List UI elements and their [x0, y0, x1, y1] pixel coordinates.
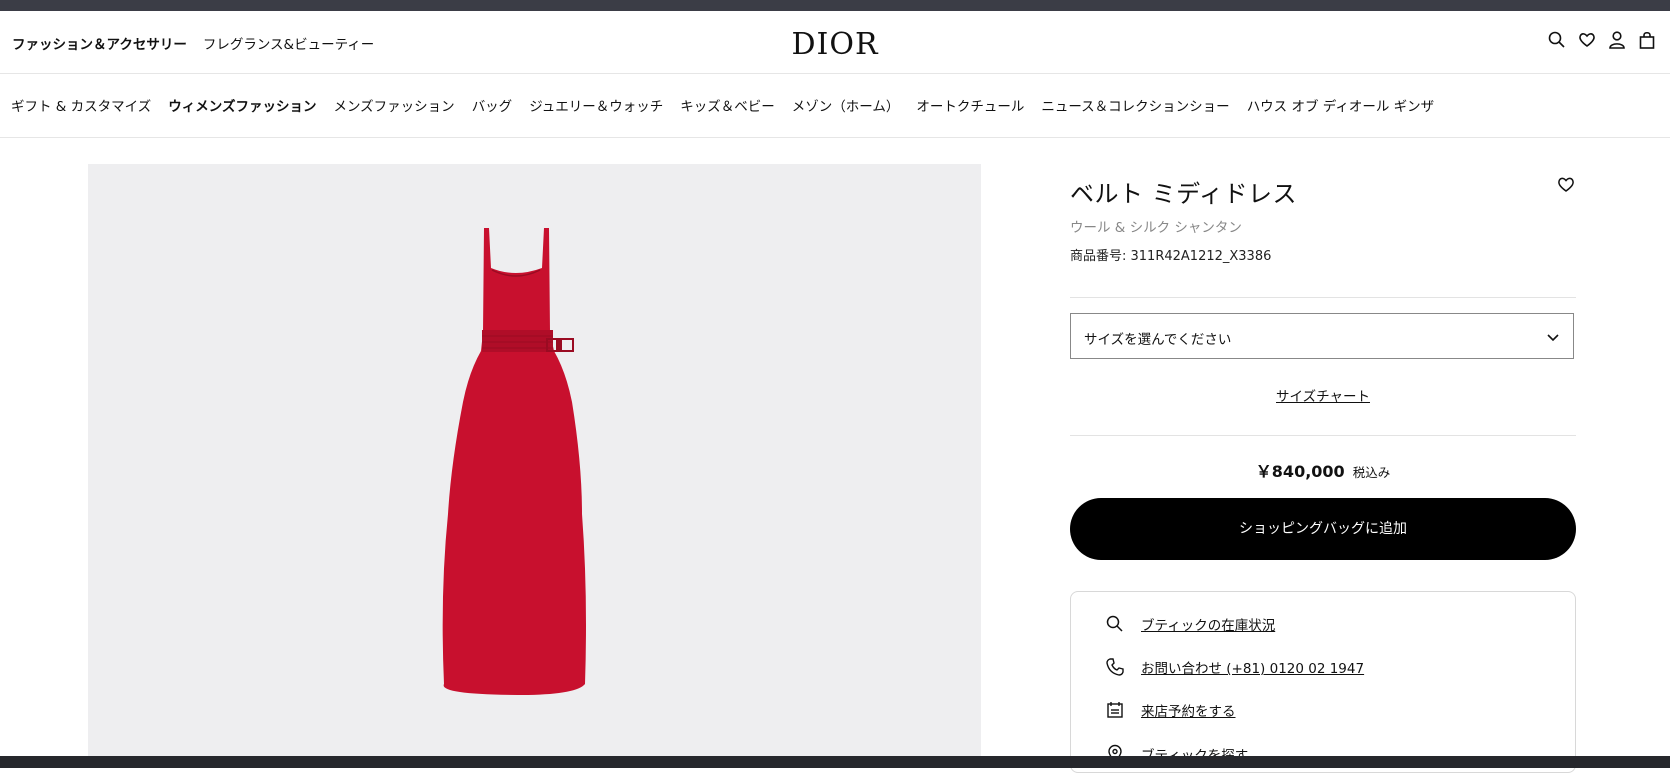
chevron-down-icon — [1545, 329, 1561, 345]
product-image[interactable] — [88, 164, 981, 764]
nav-item-bags[interactable]: バッグ — [472, 95, 513, 115]
nav-item-house-of-dior-ginza[interactable]: ハウス オブ ディオール ギンザ — [1247, 95, 1434, 115]
add-to-bag-button[interactable]: ショッピングバッグに追加 — [1070, 498, 1576, 560]
calendar-icon — [1105, 700, 1125, 720]
heart-icon[interactable] — [1578, 30, 1596, 50]
browser-top-bar — [0, 0, 1670, 11]
dior-logo[interactable]: DIOR — [0, 27, 1670, 62]
search-icon[interactable] — [1548, 30, 1566, 50]
nav-item-kids-baby[interactable]: キッズ＆ベビー — [680, 95, 775, 115]
site-header: ファッション＆アクセサリー フレグランス&ビューティー DIOR — [0, 11, 1670, 74]
service-appointment[interactable]: 来店予約をする — [1105, 700, 1236, 720]
product-reference: 商品番号: 311R42A1212_X3386 — [1070, 249, 1272, 264]
service-label: お問い合わせ (+81) 0120 02 1947 — [1141, 661, 1365, 677]
price-block: ￥840,000 税込み — [1070, 458, 1576, 482]
product-material: ウール & シルク シャンタン — [1070, 220, 1242, 236]
nav-item-haute-couture[interactable]: オートクチュール — [916, 95, 1024, 115]
red-midi-dress-image — [442, 228, 586, 695]
search-icon — [1105, 614, 1125, 634]
bag-icon[interactable] — [1638, 30, 1656, 50]
phone-icon — [1105, 657, 1125, 677]
size-select[interactable]: サイズを選んでください — [1070, 313, 1574, 359]
service-label: ブティックの在庫状況 — [1141, 618, 1276, 634]
header-icons — [1548, 30, 1656, 50]
service-contact[interactable]: お問い合わせ (+81) 0120 02 1947 — [1105, 657, 1364, 677]
user-icon[interactable] — [1608, 30, 1626, 50]
size-select-label: サイズを選んでください — [1084, 332, 1232, 348]
nav-item-maison-home[interactable]: メゾン（ホーム） — [792, 95, 900, 115]
taskbar — [0, 756, 1670, 768]
nav-item-womens-fashion[interactable]: ウィメンズファッション — [168, 95, 316, 115]
price: ￥840,000 — [1255, 462, 1345, 481]
divider — [1070, 435, 1576, 436]
nav-item-gifts[interactable]: ギフト & カスタマイズ — [11, 95, 151, 115]
service-boutique-stock[interactable]: ブティックの在庫状況 — [1105, 614, 1275, 634]
divider — [1070, 297, 1576, 298]
nav-item-jewelry-watches[interactable]: ジュエリー＆ウォッチ — [529, 95, 663, 115]
heart-icon[interactable] — [1556, 174, 1576, 194]
services-box: ブティックの在庫状況 お問い合わせ (+81) 0120 02 1947 来店予… — [1070, 591, 1576, 773]
product-title: ベルト ミディドレス — [1070, 180, 1297, 208]
size-chart-link[interactable]: サイズチャート — [1070, 385, 1576, 405]
service-label: 来店予約をする — [1141, 704, 1236, 720]
main-navigation: ギフト & カスタマイズ ウィメンズファッション メンズファッション バッグ ジ… — [0, 74, 1670, 138]
tax-note: 税込み — [1352, 465, 1391, 480]
nav-item-news-collection-shows[interactable]: ニュース＆コレクションショー — [1041, 95, 1229, 115]
nav-item-mens-fashion[interactable]: メンズファッション — [333, 95, 454, 115]
